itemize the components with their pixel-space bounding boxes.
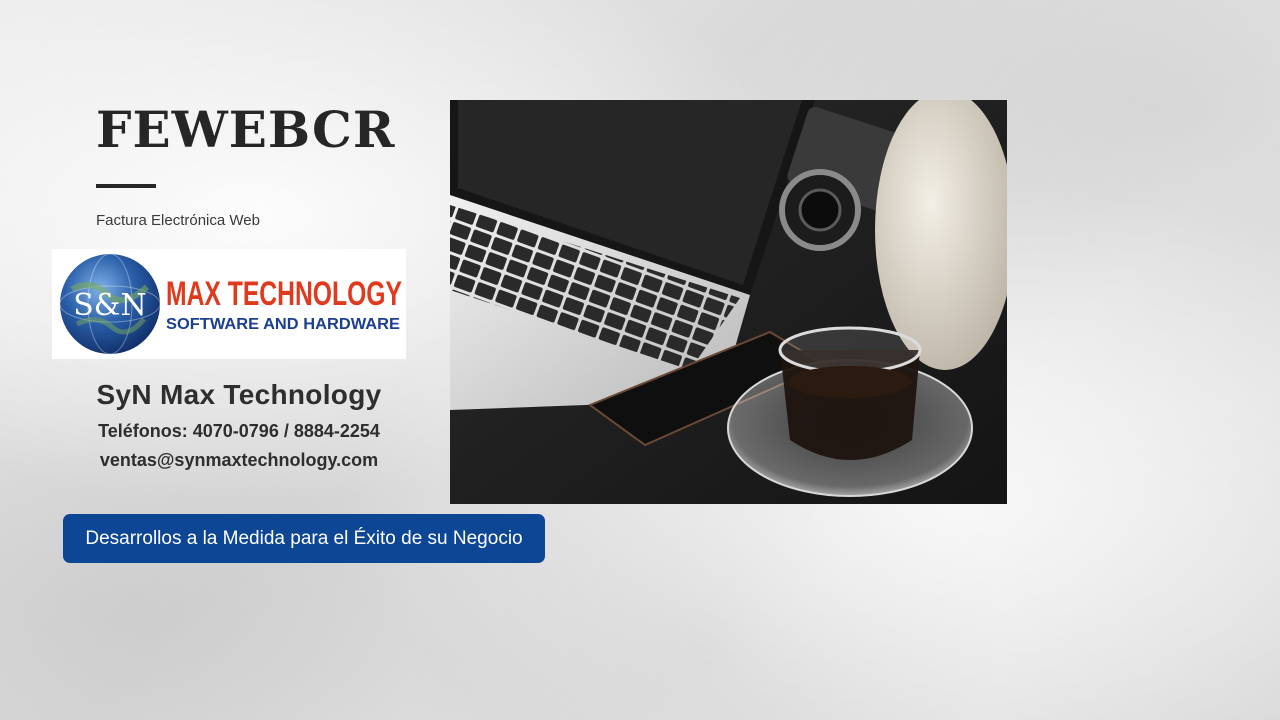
logo-graphic: S&N MAX TECHNOLOGY SOFTWARE AND HARDWARE <box>59 253 402 355</box>
page-title: FEWEBCR <box>96 100 396 159</box>
company-name: SyN Max Technology <box>96 379 382 410</box>
cta-button[interactable]: Desarrollos a la Medida para el Éxito de… <box>63 514 545 563</box>
product-photo <box>450 100 1007 504</box>
page-subtitle: Factura Electrónica Web <box>96 212 260 229</box>
logo-brand-line2: SOFTWARE AND HARDWARE <box>166 316 400 333</box>
company-logo: S&N MAX TECHNOLOGY SOFTWARE AND HARDWARE <box>52 249 406 359</box>
logo-brand-line1: MAX TECHNOLOGY <box>166 275 402 313</box>
title-divider <box>96 184 156 188</box>
logo-globe-text: S&N <box>73 288 147 323</box>
company-phones: Teléfonos: 4070-0796 / 8884-2254 <box>98 421 380 441</box>
company-email[interactable]: ventas@synmaxtechnology.com <box>0 450 478 471</box>
